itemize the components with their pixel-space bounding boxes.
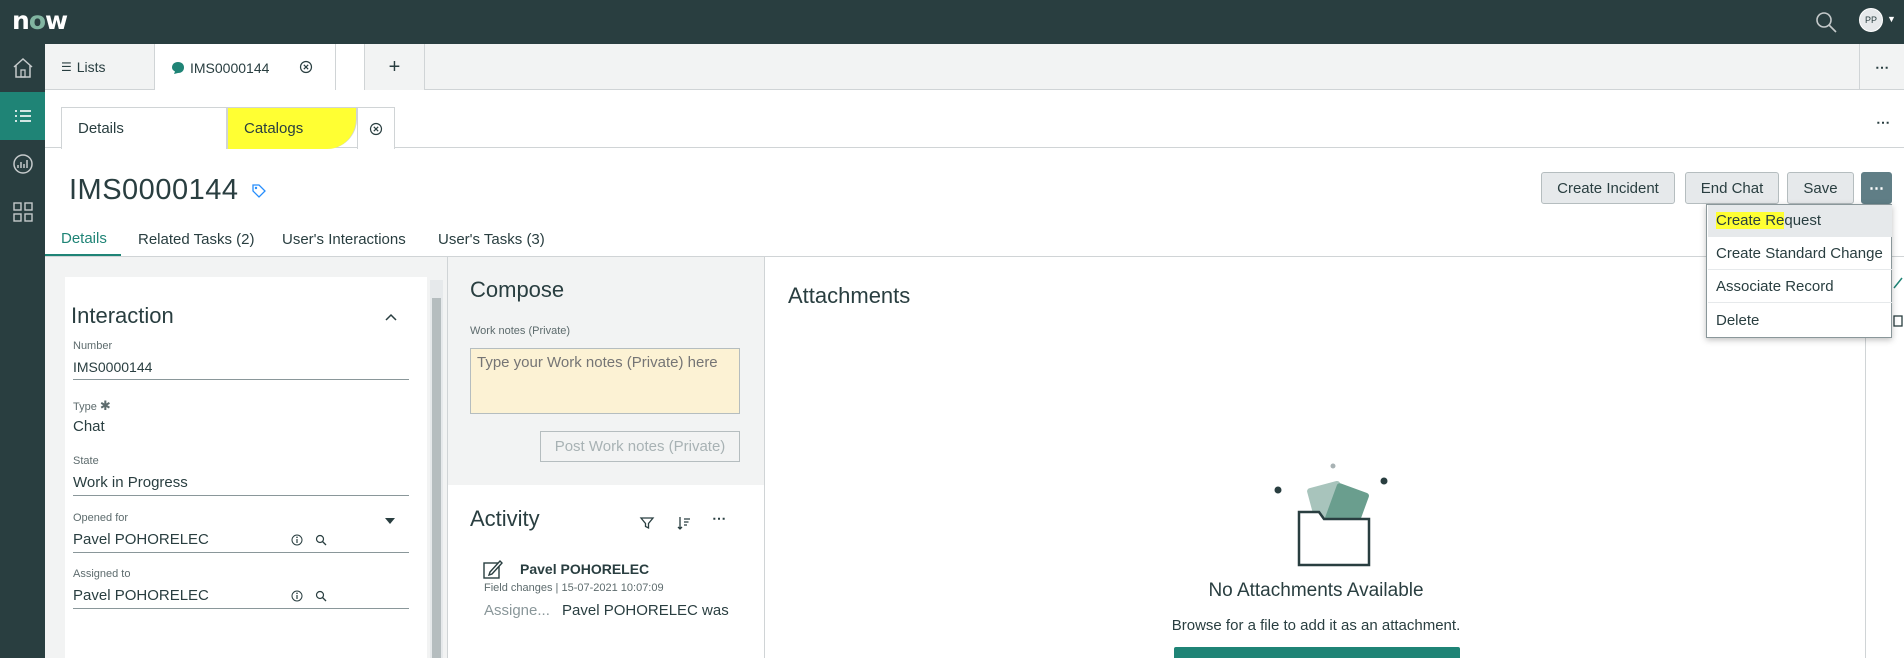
search-icon[interactable] xyxy=(315,534,327,546)
nav-home[interactable] xyxy=(0,44,45,92)
tab-record-label: IMS0000144 xyxy=(190,59,270,76)
create-incident-button[interactable]: Create Incident xyxy=(1541,172,1675,204)
nav-workspaces[interactable] xyxy=(0,188,45,236)
state-underline xyxy=(73,495,409,496)
avatar-caret-icon[interactable]: ▼ xyxy=(1887,14,1896,24)
number-field[interactable]: IMS0000144 xyxy=(73,359,152,375)
tab-related-tasks[interactable]: Related Tasks (2) xyxy=(138,222,254,257)
activity-field-name: Assigne... xyxy=(484,602,550,619)
workspace-tab-bar: ☰ Lists IMS0000144 + ⋯ xyxy=(45,44,1904,91)
menu-item-delete[interactable]: Delete xyxy=(1708,304,1892,336)
number-underline xyxy=(73,379,409,380)
attachments-panel: Attachments No Attachments Available Bro… xyxy=(766,257,1866,658)
left-navigation xyxy=(0,44,45,658)
tab-users-interactions[interactable]: User's Interactions xyxy=(282,222,406,257)
new-tab-button[interactable]: + xyxy=(365,44,425,90)
tab-divider xyxy=(335,44,336,90)
attachments-title: Attachments xyxy=(788,283,911,308)
more-actions-button[interactable]: ⋯ xyxy=(1861,172,1892,204)
assigned-to-label: Assigned to xyxy=(73,568,131,580)
subtab-more-button[interactable]: ⋯ xyxy=(1876,114,1890,131)
interaction-title: Interaction xyxy=(71,303,174,328)
browse-files-button[interactable] xyxy=(1174,647,1460,658)
tag-icon[interactable] xyxy=(251,183,267,199)
menu-item-associate-record[interactable]: Associate Record xyxy=(1708,271,1892,303)
opened-for-underline xyxy=(73,552,409,553)
chat-bubble-icon xyxy=(172,61,184,74)
subtab-details-label: Details xyxy=(78,120,124,137)
list-small-icon: ☰ xyxy=(61,60,72,74)
opened-for-label: Opened for xyxy=(73,512,129,524)
menu-item-create-request[interactable]: Create Re quest xyxy=(1708,205,1892,237)
activity-author[interactable]: Pavel POHORELEC xyxy=(520,561,649,577)
opened-for-field[interactable]: Pavel POHORELEC xyxy=(73,531,209,548)
servicenow-logo[interactable]: now xyxy=(12,6,68,35)
menu-item-create-request-label-hl: Create Re xyxy=(1716,212,1785,229)
no-attachments-message: No Attachments Available xyxy=(1208,580,1424,601)
activity-title: Activity xyxy=(470,506,540,531)
save-button[interactable]: Save xyxy=(1787,172,1854,204)
more-actions-menu: Create Re quest Create Standard Change As… xyxy=(1706,204,1892,338)
grid-icon xyxy=(12,202,33,222)
edit-icon[interactable] xyxy=(1892,276,1904,290)
attachments-hint: Browse for a file to add it as an attach… xyxy=(1171,617,1461,634)
workspace-more-button[interactable]: ⋯ xyxy=(1859,44,1904,90)
form-panel: Interaction Number IMS0000144 Type ✱ Cha… xyxy=(45,257,447,658)
end-chat-button[interactable]: End Chat xyxy=(1685,172,1779,204)
tab-record[interactable]: IMS0000144 xyxy=(155,44,365,91)
nav-lists[interactable] xyxy=(0,92,45,140)
empty-folder-illustration-icon xyxy=(1274,463,1388,567)
activity-more-button[interactable]: ⋯ xyxy=(712,510,726,527)
tab-users-tasks[interactable]: User's Tasks (3) xyxy=(438,222,545,257)
analytics-icon xyxy=(12,154,33,174)
menu-item-create-standard-change[interactable]: Create Standard Change xyxy=(1708,238,1892,270)
assigned-to-field[interactable]: Pavel POHORELEC xyxy=(73,587,209,604)
attachment-icon[interactable] xyxy=(1892,314,1904,328)
interaction-card: Interaction Number IMS0000144 Type ✱ Cha… xyxy=(65,277,427,658)
activity-field-value: Pavel POHORELEC was xyxy=(562,602,729,619)
subtab-details[interactable]: Details xyxy=(61,107,227,149)
tab-lists-label: Lists xyxy=(76,59,106,75)
type-label-text: Type xyxy=(73,401,97,413)
type-field[interactable]: Chat xyxy=(73,418,105,435)
subtab-catalogs[interactable]: Catalogs xyxy=(227,107,357,149)
number-label: Number xyxy=(73,340,113,352)
search-icon[interactable] xyxy=(315,590,327,602)
tab-details[interactable]: Details xyxy=(45,222,121,257)
form-scrollbar-thumb[interactable] xyxy=(432,298,441,658)
chevron-up-icon[interactable] xyxy=(384,312,398,322)
user-avatar[interactable]: PP xyxy=(1859,8,1883,32)
close-tab-icon[interactable] xyxy=(369,122,383,136)
state-label: State xyxy=(73,455,99,467)
work-notes-label: Work notes (Private) xyxy=(470,325,571,337)
required-icon: ✱ xyxy=(99,398,111,413)
record-title: IMS0000144 xyxy=(69,174,239,206)
list-icon xyxy=(14,110,31,122)
global-search-icon[interactable] xyxy=(1813,9,1839,35)
edit-entry-icon xyxy=(483,559,503,579)
nav-analytics[interactable] xyxy=(0,140,45,188)
info-icon[interactable] xyxy=(291,590,303,602)
state-select[interactable]: Work in Progress xyxy=(73,474,188,491)
activity-section: Activity ⋯ Pavel POHORELEC Field changes… xyxy=(448,485,764,658)
sub-tab-bar: Details Catalogs ⋯ xyxy=(45,90,1904,149)
type-label: Type ✱ xyxy=(73,398,111,414)
close-tab-icon[interactable] xyxy=(299,60,313,74)
info-icon[interactable] xyxy=(291,534,303,546)
home-icon xyxy=(13,57,32,78)
work-notes-input[interactable] xyxy=(470,348,740,414)
subtab-catalogs-close[interactable] xyxy=(357,107,395,149)
caret-down-icon[interactable] xyxy=(385,518,395,524)
post-work-notes-button[interactable]: Post Work notes (Private) xyxy=(540,431,740,462)
compose-panel: Compose Work notes (Private) Post Work n… xyxy=(447,257,765,658)
tab-lists[interactable]: ☰ Lists xyxy=(45,44,155,90)
sort-icon[interactable] xyxy=(676,515,692,531)
compose-title: Compose xyxy=(470,277,565,302)
top-header: now PP ▼ xyxy=(0,0,1904,44)
menu-item-create-request-label-rest: quest xyxy=(1784,212,1822,229)
filter-icon[interactable] xyxy=(639,515,655,531)
activity-meta: Field changes | 15-07-2021 10:07:09 xyxy=(484,582,664,594)
assigned-to-underline xyxy=(73,608,409,609)
subtab-catalogs-label: Catalogs xyxy=(244,120,304,137)
